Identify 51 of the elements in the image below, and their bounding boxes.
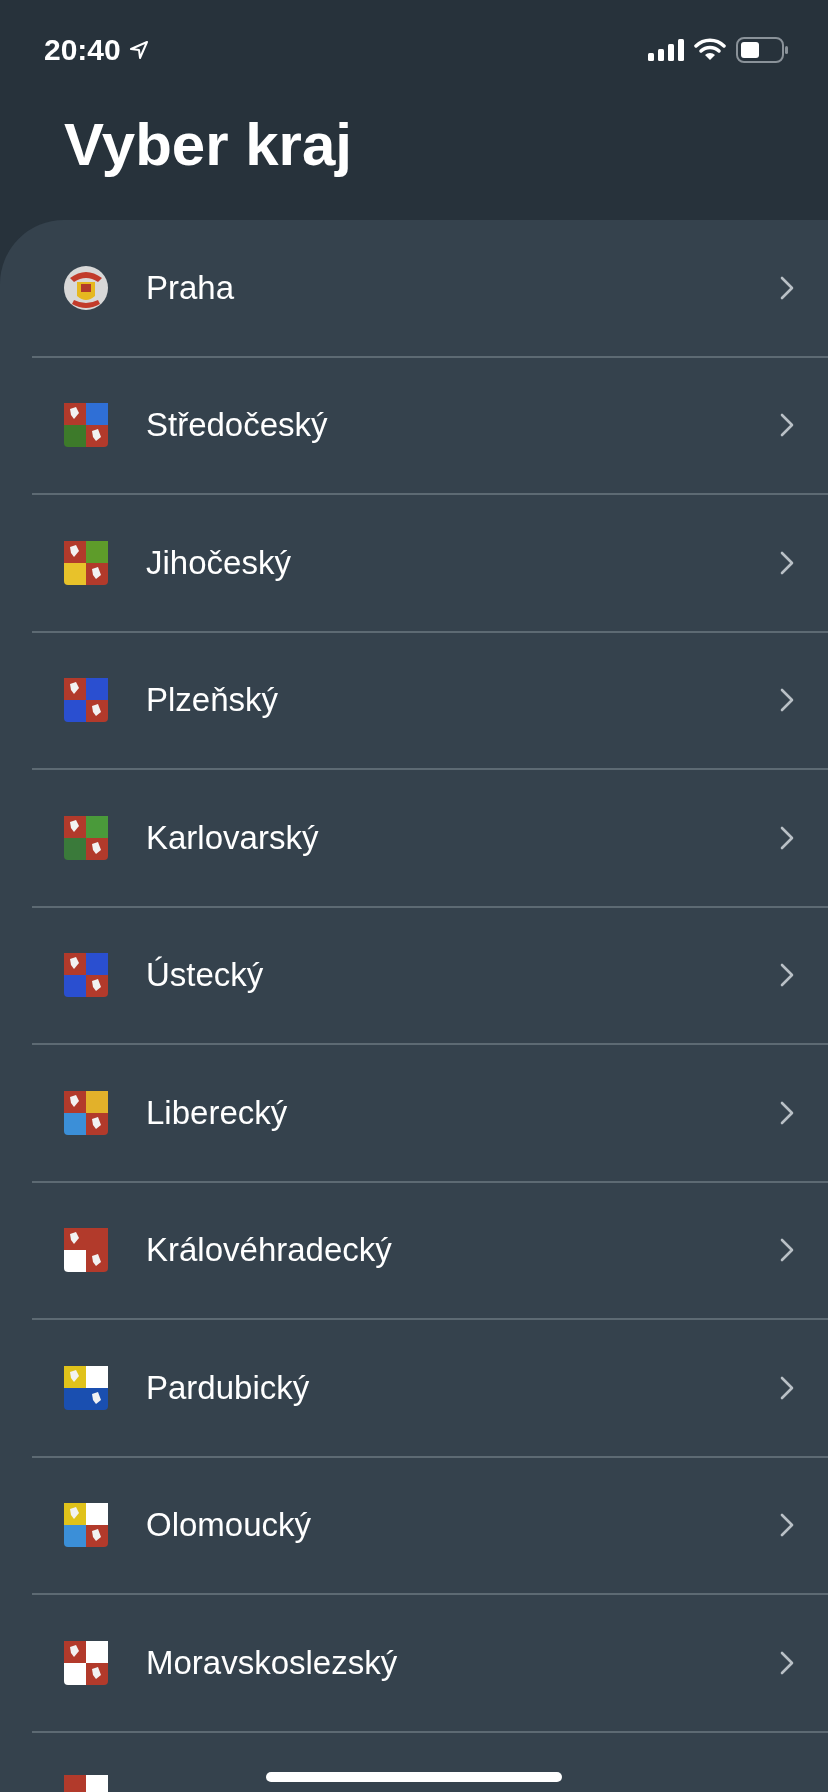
- region-row[interactable]: Liberecký: [32, 1045, 828, 1183]
- region-name: Karlovarský: [146, 818, 320, 857]
- coat-of-arms-icon: [62, 1501, 110, 1550]
- region-row[interactable]: Jihočeský: [32, 495, 828, 633]
- chevron-right-icon: [780, 1375, 794, 1400]
- region-name: Plzeňský: [146, 681, 280, 720]
- region-name: Středočeský: [146, 406, 329, 445]
- chevron-right-icon: [780, 550, 794, 575]
- coat-of-arms-icon: [62, 951, 110, 1000]
- region-name: Praha: [146, 268, 236, 307]
- coat-of-arms-icon: [62, 263, 110, 312]
- chevron-right-icon: [780, 1650, 794, 1675]
- wifi-icon: [694, 38, 726, 62]
- region-row[interactable]: Ústecký: [32, 907, 828, 1045]
- coat-of-arms-icon: [62, 1363, 110, 1412]
- coat-of-arms-icon: [64, 1774, 108, 1792]
- chevron-right-icon: [780, 688, 794, 713]
- chevron-right-icon: [780, 1513, 794, 1538]
- region-row[interactable]: Plzeňský: [32, 632, 828, 770]
- chevron-right-icon: [780, 963, 794, 988]
- region-name: Královéhradecký: [146, 1231, 393, 1270]
- location-arrow-icon: [128, 40, 149, 60]
- region-row[interactable]: Karlovarský: [32, 770, 828, 908]
- region-row[interactable]: Královéhradecký: [32, 1182, 828, 1320]
- coat-of-arms-icon: [62, 1226, 110, 1275]
- status-time: 20:40: [44, 33, 121, 67]
- signal-icon: [648, 39, 684, 61]
- region-name: Liberecký: [146, 1093, 289, 1132]
- chevron-right-icon: [780, 1238, 794, 1263]
- region-name: Olomoucký: [146, 1506, 313, 1545]
- region-row[interactable]: Středočeský: [32, 357, 828, 495]
- coat-of-arms-icon: [62, 1088, 110, 1137]
- coat-of-arms-icon: [62, 538, 110, 587]
- region-name: Pardubický: [146, 1368, 311, 1407]
- region-row[interactable]: Olomoucký: [32, 1457, 828, 1595]
- chevron-right-icon: [780, 413, 794, 438]
- coat-of-arms-icon: [62, 676, 110, 725]
- chevron-right-icon: [780, 1100, 794, 1125]
- region-row[interactable]: Moravskoslezský: [32, 1595, 828, 1733]
- coat-of-arms-icon: [62, 401, 110, 450]
- chevron-right-icon: [780, 275, 794, 300]
- region-row[interactable]: Pardubický: [32, 1320, 828, 1458]
- region-name: Ústecký: [146, 956, 265, 995]
- page-title: Vyber kraj: [63, 110, 353, 180]
- region-name: Jihočeský: [146, 543, 292, 582]
- region-row[interactable]: Praha: [32, 220, 828, 358]
- chevron-right-icon: [780, 825, 794, 850]
- coat-of-arms-icon: [62, 1638, 110, 1687]
- battery-icon: [736, 37, 788, 63]
- coat-of-arms-icon: [62, 813, 110, 862]
- region-name: Moravskoslezský: [146, 1643, 399, 1682]
